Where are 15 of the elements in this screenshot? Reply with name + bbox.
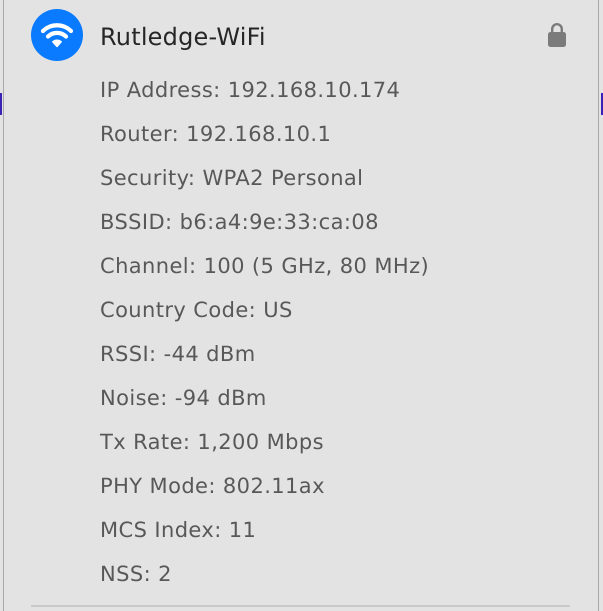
detail-text: Router: 192.168.10.1 bbox=[100, 122, 332, 146]
detail-text: RSSI: -44 dBm bbox=[100, 342, 256, 366]
detail-text: BSSID: b6:a4:9e:33:ca:08 bbox=[100, 210, 379, 234]
detail-text: Noise: -94 dBm bbox=[100, 386, 267, 410]
detail-text: Channel: 100 (5 GHz, 80 MHz) bbox=[100, 254, 430, 278]
background-accent-bar bbox=[601, 93, 603, 115]
network-name: Rutledge-WiFi bbox=[100, 23, 267, 51]
detail-text: NSS: 2 bbox=[100, 562, 172, 586]
detail-text: PHY Mode: 802.11ax bbox=[100, 474, 325, 498]
background-accent-bar bbox=[0, 93, 2, 115]
detail-text: Tx Rate: 1,200 Mbps bbox=[100, 430, 324, 454]
detail-text: Country Code: US bbox=[100, 298, 293, 322]
detail-text: Security: WPA2 Personal bbox=[100, 166, 364, 190]
detail-text: MCS Index: 11 bbox=[100, 518, 256, 542]
detail-text: IP Address: 192.168.10.174 bbox=[100, 78, 400, 102]
